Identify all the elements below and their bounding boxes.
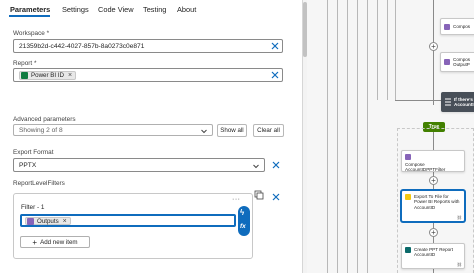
- show-all-button[interactable]: Show all: [217, 124, 247, 137]
- flow-node-compose-output[interactable]: Compos OutputP: [440, 52, 474, 72]
- dynamic-content-toolbar: ϟ fx: [238, 206, 250, 236]
- remove-filters-icon[interactable]: [270, 191, 282, 203]
- add-step-icon[interactable]: +: [429, 228, 438, 237]
- advanced-parameters-label: Advanced parameters: [13, 116, 76, 123]
- workspace-input[interactable]: 21359b2d-c442-4027-857b-8a0273c0e871: [13, 39, 283, 53]
- node-label: Compos: [453, 24, 471, 29]
- report-token[interactable]: Power BI ID ×: [19, 71, 77, 80]
- tab-bar: Parameters Settings Code View Testing Ab…: [0, 0, 302, 18]
- create-file-icon: [405, 247, 411, 253]
- lightning-icon[interactable]: ϟ: [240, 208, 244, 217]
- workspace-value: 21359b2d-c442-4027-857b-8a0273c0e871: [19, 43, 145, 50]
- tab-code-view[interactable]: Code View: [98, 5, 134, 14]
- report-level-filters-label: ReportLevelFilters: [13, 180, 65, 187]
- plus-icon: +: [32, 237, 38, 247]
- clear-report-icon[interactable]: [269, 69, 281, 81]
- flow-node-create-ppt-report[interactable]: Create PPT Report AccountID ⛓: [401, 243, 465, 269]
- connector-line: [395, 0, 396, 100]
- flow-designer-canvas: Compos + Compos OutputP If there's Accou…: [307, 0, 474, 273]
- powerbi-icon: [405, 194, 411, 200]
- compose-icon: [444, 24, 450, 30]
- workspace-label: Workspace *: [13, 30, 50, 37]
- add-step-icon[interactable]: +: [429, 176, 438, 185]
- outputs-token[interactable]: Outputs ×: [25, 217, 71, 225]
- node-label: If there's AccountI: [454, 97, 474, 108]
- clear-all-button[interactable]: Clear all: [253, 124, 284, 137]
- advanced-summary: Showing 2 of 8: [19, 127, 63, 134]
- flow-node-compose-top[interactable]: Compos: [440, 18, 474, 35]
- powerbi-icon: [21, 72, 28, 79]
- connector-line: [327, 0, 328, 273]
- tab-settings[interactable]: Settings: [62, 5, 89, 14]
- chevron-down-icon: [201, 129, 207, 134]
- connector-line: [387, 0, 388, 100]
- add-new-item-button[interactable]: + Add new item: [20, 236, 90, 248]
- advanced-parameters-dropdown[interactable]: Showing 2 of 8: [13, 124, 213, 136]
- connector-line: [337, 0, 338, 273]
- tab-testing[interactable]: Testing: [143, 5, 166, 14]
- parameters-panel: Parameters Settings Code View Testing Ab…: [0, 0, 302, 273]
- connector-line: [347, 0, 348, 273]
- switch-mode-icon[interactable]: [254, 190, 264, 200]
- report-token-label: Power BI ID: [31, 72, 65, 79]
- tab-parameters[interactable]: Parameters: [10, 5, 50, 14]
- connector-line: [433, 95, 434, 105]
- filter-item-label: Filter - 1: [21, 204, 45, 211]
- filter-item-card: ··· Filter - 1 Outputs × ϟ fx + Add new …: [13, 193, 253, 259]
- node-label: Compos OutputP: [453, 57, 471, 68]
- export-format-dropdown[interactable]: PPTX: [13, 158, 265, 172]
- export-format-label: Export Format: [13, 149, 54, 156]
- expression-fx-icon[interactable]: fx: [240, 223, 246, 230]
- node-label: Export To File for Power BI Reports with…: [414, 194, 460, 210]
- node-label: Create PPT Report AccountID: [414, 247, 453, 258]
- link-icon: ⛓: [456, 262, 462, 267]
- flow-node-compose-account-ppt-filter[interactable]: Compose AccountIDPPTFilter: [401, 150, 465, 172]
- condition-icon: [445, 98, 451, 106]
- report-input[interactable]: Power BI ID ×: [13, 68, 283, 82]
- compose-icon: [405, 154, 411, 160]
- clear-export-format-icon[interactable]: [270, 159, 282, 171]
- compose-icon: [444, 59, 450, 65]
- chevron-down-icon: [253, 164, 259, 169]
- compose-icon: [27, 217, 34, 225]
- filter-expression-input[interactable]: Outputs ×: [20, 214, 236, 227]
- flow-node-condition[interactable]: If there's AccountI: [441, 92, 474, 112]
- outputs-token-label: Outputs: [37, 217, 59, 225]
- remove-token-icon[interactable]: ×: [63, 218, 67, 225]
- active-tab-indicator: [9, 15, 50, 17]
- report-label: Report *: [13, 60, 37, 67]
- flow-node-export-to-file[interactable]: Export To File for Power BI Reports with…: [401, 190, 465, 222]
- connector-line: [367, 0, 368, 273]
- connector-line: [377, 0, 378, 100]
- tab-about[interactable]: About: [177, 5, 196, 14]
- connector-line: [357, 0, 358, 273]
- add-new-item-label: Add new item: [40, 238, 78, 246]
- add-step-icon[interactable]: +: [429, 42, 438, 51]
- remove-token-icon[interactable]: ×: [68, 72, 72, 79]
- more-options-icon[interactable]: ···: [232, 196, 241, 203]
- export-format-value: PPTX: [19, 162, 37, 169]
- link-icon: ⛓: [456, 215, 462, 220]
- clear-workspace-icon[interactable]: [269, 40, 281, 52]
- node-label: Compose AccountIDPPTFilter: [405, 162, 446, 173]
